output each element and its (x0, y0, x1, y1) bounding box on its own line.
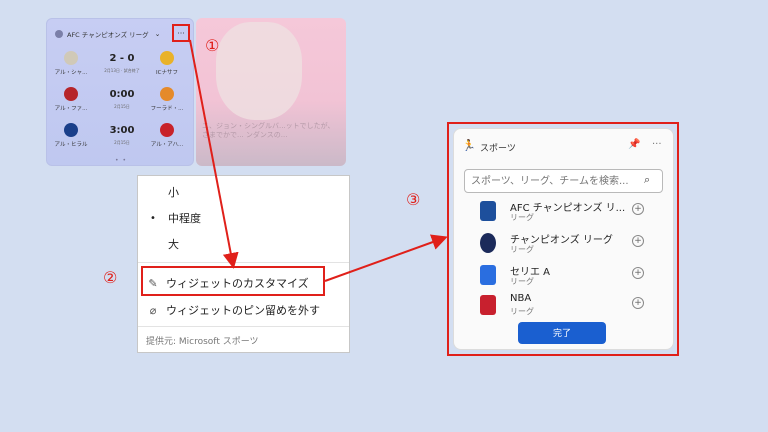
annotation-arrows (189, 39, 448, 282)
arrow-step-2-to-3 (324, 234, 448, 282)
arrow-step-1-to-2 (189, 39, 239, 269)
